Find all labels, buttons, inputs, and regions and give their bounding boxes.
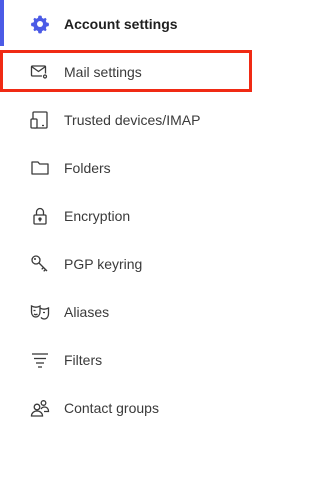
sidebar-item-label: Trusted devices/IMAP	[64, 112, 201, 128]
sidebar-item-label: Contact groups	[64, 400, 159, 416]
sidebar-item-label: Account settings	[64, 16, 178, 32]
contact-group-icon	[30, 398, 50, 418]
key-icon	[30, 254, 50, 274]
sidebar-item-trusted-devices[interactable]: Trusted devices/IMAP	[0, 96, 259, 144]
masks-icon	[30, 302, 50, 322]
sidebar-item-pgp-keyring[interactable]: PGP keyring	[0, 240, 259, 288]
sidebar-item-label: Folders	[64, 160, 111, 176]
sidebar-item-encryption[interactable]: Encryption	[0, 192, 259, 240]
sidebar-item-label: PGP keyring	[64, 256, 143, 272]
filter-icon	[30, 350, 50, 370]
sidebar-item-label: Aliases	[64, 304, 110, 320]
sidebar-item-contact-groups[interactable]: Contact groups	[0, 384, 259, 432]
sidebar-item-folders[interactable]: Folders	[0, 144, 259, 192]
devices-icon	[30, 110, 50, 130]
sidebar-item-mail-settings[interactable]: Mail settings	[0, 48, 259, 96]
lock-icon	[30, 206, 50, 226]
sidebar-item-account-settings[interactable]: Account settings	[0, 0, 259, 48]
sidebar-item-label: Mail settings	[64, 64, 142, 80]
gear-icon	[30, 14, 50, 34]
sidebar-item-aliases[interactable]: Aliases	[0, 288, 259, 336]
sidebar-item-filters[interactable]: Filters	[0, 336, 259, 384]
folder-icon	[30, 158, 50, 178]
sidebar-item-label: Filters	[64, 352, 103, 368]
mail-settings-icon	[30, 62, 50, 82]
sidebar-item-label: Encryption	[64, 208, 131, 224]
